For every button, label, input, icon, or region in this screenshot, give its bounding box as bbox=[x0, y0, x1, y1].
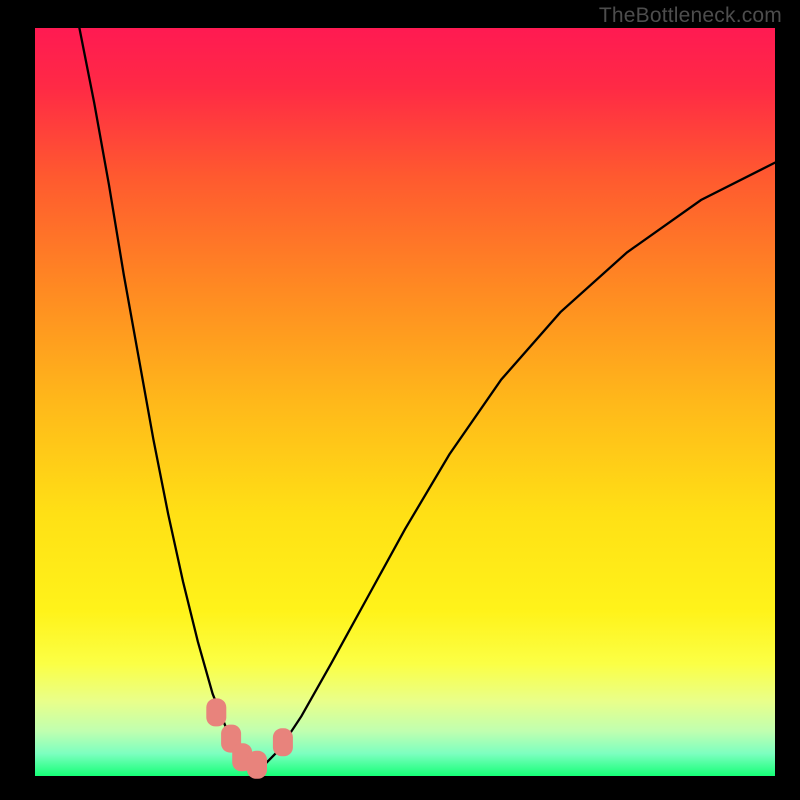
marker-group bbox=[206, 698, 293, 778]
curve-marker bbox=[206, 698, 226, 726]
bottleneck-curve bbox=[79, 28, 775, 769]
watermark-text: TheBottleneck.com bbox=[599, 4, 782, 28]
plot-area bbox=[35, 28, 775, 776]
curve-marker bbox=[273, 728, 293, 756]
curve-layer bbox=[35, 28, 775, 776]
curve-marker bbox=[247, 751, 267, 779]
chart-frame: TheBottleneck.com bbox=[0, 0, 800, 800]
